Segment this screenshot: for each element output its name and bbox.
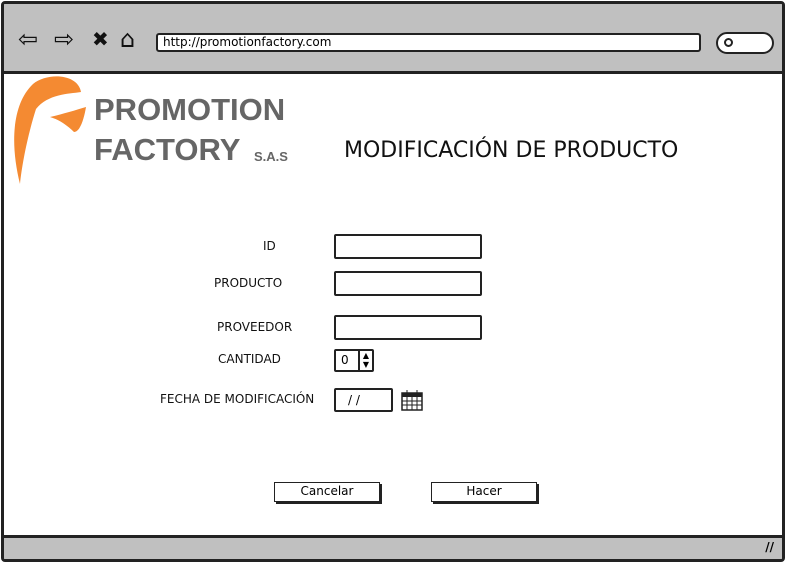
cantidad-stepper[interactable]: 0 ▲ ▼ [334,349,374,372]
home-icon[interactable]: ⌂ [120,26,135,52]
search-icon [724,38,733,47]
fecha-label: FECHA DE MODIFICACIÓN [160,392,315,406]
browser-toolbar: ⇦ ⇨ ✖ ⌂ http://promotionfactory.com [4,4,782,74]
browser-window: ⇦ ⇨ ✖ ⌂ http://promotionfactory.com PROM… [1,1,785,562]
logo-suffix: S.A.S [254,149,288,164]
resize-grip-icon[interactable]: // [765,540,774,554]
calendar-icon[interactable] [401,389,423,411]
proveedor-label: PROVEEDOR [217,320,293,334]
back-icon[interactable]: ⇦ [18,26,38,52]
logo-line2: FACTORY [94,132,241,167]
cancel-button[interactable]: Cancelar [274,482,380,502]
page-title: MODIFICACIÓN DE PRODUCTO [344,138,679,163]
status-bar: // [4,535,782,559]
forward-icon[interactable]: ⇨ [54,26,74,52]
cantidad-value: 0 [341,353,349,367]
id-label: ID [263,239,276,253]
submit-button[interactable]: Hacer [431,482,537,502]
producto-label: PRODUCTO [214,276,283,290]
fecha-input[interactable]: / / [334,388,393,412]
url-bar[interactable]: http://promotionfactory.com [156,33,701,52]
logo-line1: PROMOTION [94,92,286,127]
cantidad-label: CANTIDAD [218,352,281,366]
proveedor-input[interactable] [334,315,482,340]
stop-icon[interactable]: ✖ [92,26,109,52]
id-input[interactable] [334,234,482,259]
producto-input[interactable] [334,271,482,296]
search-field[interactable] [716,32,774,54]
stepper-arrows-icon[interactable]: ▲ ▼ [358,351,372,370]
logo-mark [14,76,86,184]
